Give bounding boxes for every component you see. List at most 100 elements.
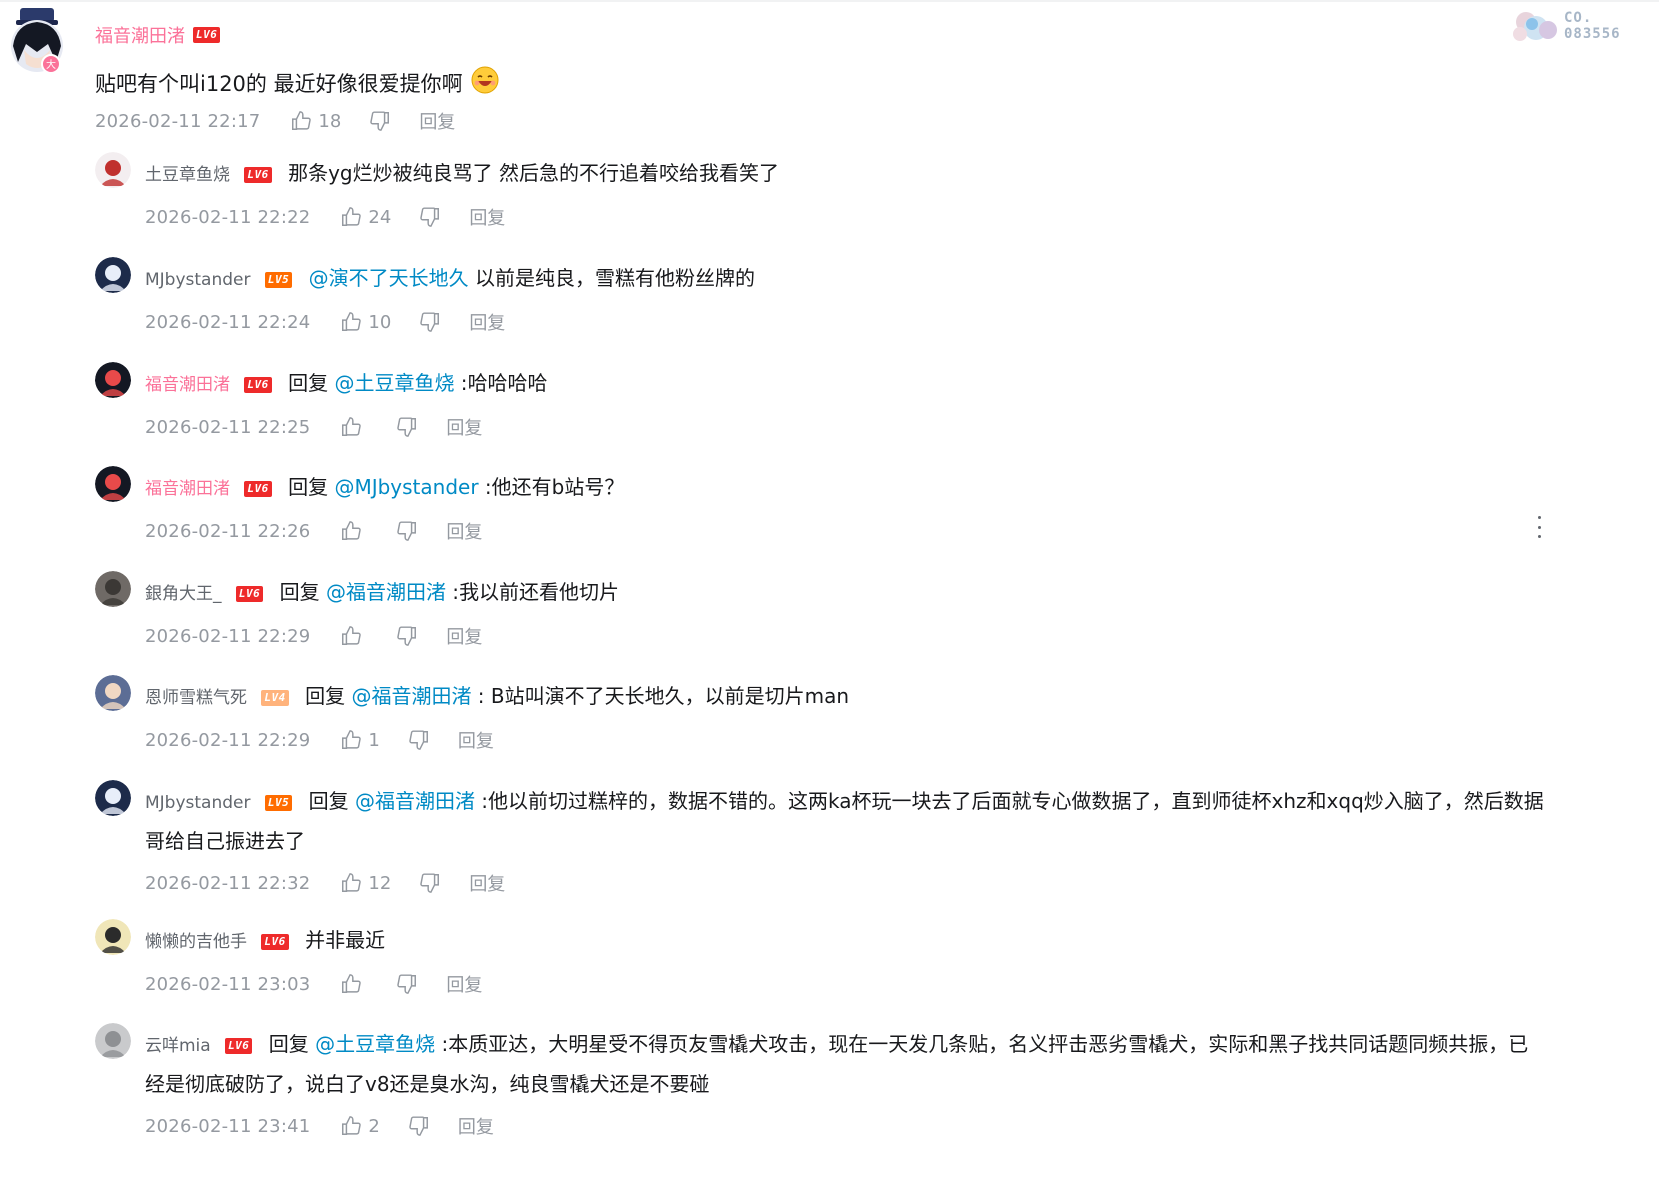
reply-button[interactable]: 回复 <box>469 204 505 230</box>
avatar[interactable] <box>95 362 131 398</box>
author-name[interactable]: 福音潮田渚 <box>145 375 230 395</box>
reply-content: 福音潮田渚 LV6 回复 @土豆章鱼烧 :哈哈哈哈 <box>145 364 1545 404</box>
reply-button[interactable]: 回复 <box>419 108 455 134</box>
avatar[interactable] <box>95 466 131 502</box>
reply-meta: 2026-02-11 23:03 回复 <box>145 971 482 997</box>
avatar[interactable] <box>95 919 131 955</box>
dislike-button[interactable] <box>369 110 391 132</box>
reply-meta: 2026-02-11 22:22 24 回复 <box>145 204 505 230</box>
like-button[interactable]: 10 <box>340 311 391 333</box>
reply-text: B站叫演不了天长地久，以前是切片man <box>490 684 850 708</box>
reply-text: 以前是纯良，雪糕有他粉丝牌的 <box>474 266 755 290</box>
reply-prefix: 回复 <box>288 475 335 499</box>
dislike-button[interactable] <box>419 206 441 228</box>
mention-link[interactable]: @土豆章鱼烧 <box>334 371 454 395</box>
comment-text: 贴吧有个叫i120的 最近好像很爱提你啊 <box>95 66 499 99</box>
avatar[interactable] <box>95 152 131 188</box>
fan-card-id: 083556 <box>1564 26 1621 42</box>
dislike-button[interactable] <box>408 1115 430 1137</box>
mention-link[interactable]: @福音潮田渚 <box>351 684 471 708</box>
reply-button[interactable]: 回复 <box>446 518 482 544</box>
avatar[interactable] <box>95 571 131 607</box>
reply-separator: : <box>474 789 489 813</box>
author-name[interactable]: MJbystander <box>145 793 251 813</box>
thumbs-down-icon <box>408 1115 430 1137</box>
author-name[interactable]: 恩师雪糕气死 <box>145 688 247 708</box>
reply-meta: 2026-02-11 22:29 回复 <box>145 623 482 649</box>
avatar[interactable] <box>95 780 131 816</box>
level-badge: LV6 <box>244 376 272 393</box>
dislike-button[interactable] <box>396 416 418 438</box>
like-button[interactable]: 2 <box>340 1115 380 1137</box>
dislike-button[interactable] <box>419 872 441 894</box>
thumbs-down-icon <box>419 872 441 894</box>
thumbs-up-icon <box>340 872 362 894</box>
comment-time: 2026-02-11 22:17 <box>95 110 261 132</box>
reply-text: 那条yg烂炒被纯良骂了 然后急的不行追着咬给我看笑了 <box>288 161 779 185</box>
author-name[interactable]: 懒懒的吉他手 <box>145 932 247 952</box>
avatar[interactable] <box>95 257 131 293</box>
level-badge: LV6 <box>244 480 272 497</box>
laughing-emoji-icon <box>471 66 499 99</box>
level-badge: LV5 <box>264 794 293 811</box>
reply-meta: 2026-02-11 22:29 1 回复 <box>145 727 494 753</box>
dislike-button[interactable] <box>396 520 418 542</box>
author-name[interactable]: 云咩mia <box>145 1036 211 1056</box>
dislike-button[interactable] <box>419 311 441 333</box>
reply-content: 土豆章鱼烧 LV6 那条yg烂炒被纯良骂了 然后急的不行追着咬给我看笑了 <box>145 154 1545 194</box>
reply-time: 2026-02-11 23:03 <box>145 973 311 995</box>
reply-text: 我以前还看他切片 <box>459 580 620 604</box>
author-name[interactable]: 銀角大王_ <box>145 584 222 604</box>
reply-meta: 2026-02-11 23:41 2 回复 <box>145 1113 494 1139</box>
dislike-button[interactable] <box>396 973 418 995</box>
avatar[interactable] <box>95 675 131 711</box>
like-button[interactable]: 12 <box>340 872 391 894</box>
fan-card-label: CO. <box>1564 10 1593 26</box>
like-button[interactable]: 18 <box>290 110 341 132</box>
level-badge: LV6 <box>244 166 272 183</box>
more-options-icon[interactable] <box>1536 516 1542 538</box>
reply-button[interactable]: 回复 <box>469 870 505 896</box>
like-button[interactable] <box>340 973 368 995</box>
thumbs-up-icon <box>340 311 362 333</box>
thumbs-up-icon <box>340 206 362 228</box>
fan-card-image <box>1508 4 1564 48</box>
like-count: 24 <box>368 206 392 228</box>
level-badge: LV4 <box>261 689 289 706</box>
reply-button[interactable]: 回复 <box>458 727 494 753</box>
thumbs-up-icon <box>340 416 362 438</box>
mention-link[interactable]: @土豆章鱼烧 <box>315 1032 435 1056</box>
mention-link[interactable]: @MJbystander <box>334 475 478 499</box>
reply-meta: 2026-02-11 22:26 回复 <box>145 518 482 544</box>
author-name[interactable]: 土豆章鱼烧 <box>145 165 230 185</box>
mention-link[interactable]: @演不了天长地久 <box>309 266 469 290</box>
like-button[interactable]: 1 <box>340 729 380 751</box>
level-badge: LV6 <box>235 585 264 602</box>
dislike-button[interactable] <box>396 625 418 647</box>
mention-link[interactable]: @福音潮田渚 <box>326 580 446 604</box>
avatar[interactable]: 大 <box>4 6 70 78</box>
reply-text: 并非最近 <box>305 928 386 952</box>
fan-card[interactable]: CO. 083556 <box>1508 4 1638 48</box>
author-name[interactable]: 福音潮田渚 <box>145 479 230 499</box>
avatar[interactable] <box>95 1023 131 1059</box>
reply-button[interactable]: 回复 <box>446 623 482 649</box>
reply-button[interactable]: 回复 <box>446 414 482 440</box>
like-button[interactable] <box>340 520 368 542</box>
like-button[interactable]: 24 <box>340 206 391 228</box>
mention-link[interactable]: @福音潮田渚 <box>355 789 475 813</box>
reply-button[interactable]: 回复 <box>469 309 505 335</box>
thumbs-down-icon <box>396 520 418 542</box>
like-count: 18 <box>318 110 342 132</box>
author-name[interactable]: 福音潮田渚 <box>95 22 185 48</box>
reply-button[interactable]: 回复 <box>446 971 482 997</box>
thumbs-up-icon <box>340 520 362 542</box>
dislike-button[interactable] <box>408 729 430 751</box>
top-divider <box>0 0 1659 2</box>
author-name[interactable]: MJbystander <box>145 270 251 290</box>
reply-content: MJbystander LV5 回复 @福音潮田渚 :他以前切过糕梓的，数据不错… <box>145 782 1545 860</box>
thumbs-down-icon <box>408 729 430 751</box>
like-button[interactable] <box>340 625 368 647</box>
reply-button[interactable]: 回复 <box>458 1113 494 1139</box>
like-button[interactable] <box>340 416 368 438</box>
